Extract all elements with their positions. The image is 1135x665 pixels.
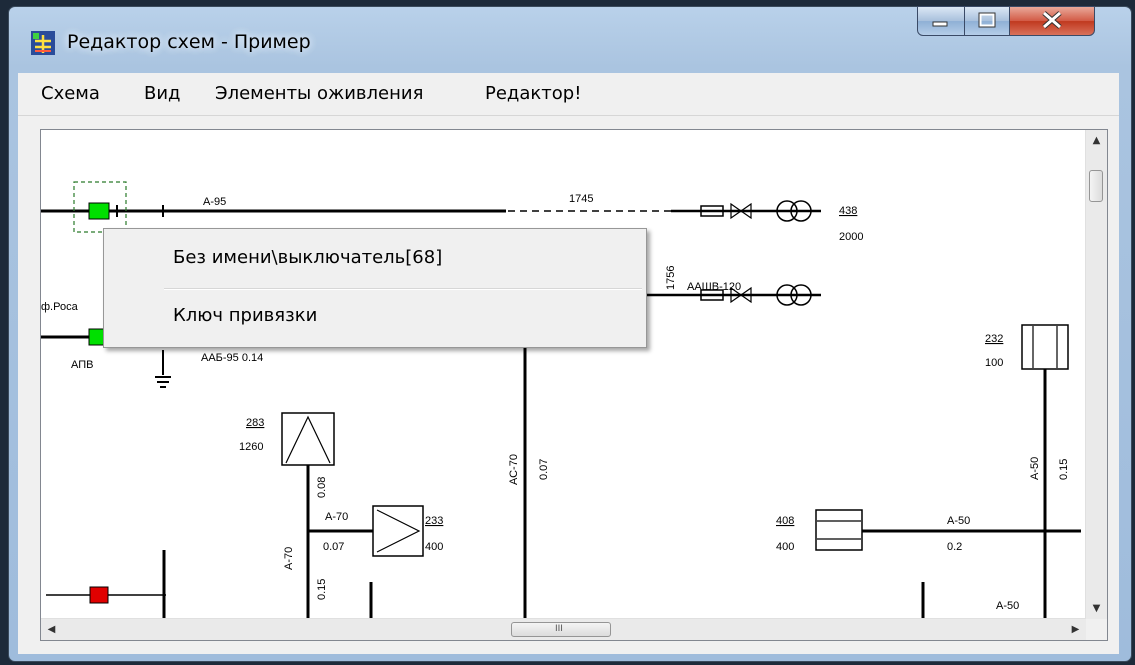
menu-animation-elements[interactable]: Элементы оживления [215,83,423,104]
app-window: Редактор схем - Пример Схема Вид Элемент… [8,6,1132,662]
label-apv: АПВ [71,359,93,371]
scroll-right-arrow-icon[interactable]: ▶ [1065,619,1086,640]
label-a70-h: А-70 [325,511,348,523]
label-1756: 1756 [665,266,677,290]
schema-diagram[interactable]: А-95 1745 438 2000 ААШВ-120 ф.Роса АПВ А… [41,130,1086,619]
label-232: 232 [985,333,1003,345]
horizontal-scrollbar[interactable]: ◀ III ▶ [41,618,1086,640]
label-0-2: 0.2 [947,541,962,553]
scroll-up-arrow-icon[interactable]: ▲ [1086,130,1107,151]
menu-bar: Схема Вид Элементы оживления Редактор! [18,73,1119,116]
label-0-15-b: 0.15 [1058,459,1070,480]
minimize-button[interactable] [917,6,965,36]
menu-view[interactable]: Вид [144,83,181,104]
scroll-down-arrow-icon[interactable]: ▼ [1086,598,1107,619]
label-400-b: 400 [776,541,794,553]
label-233: 233 [425,515,443,527]
maximize-icon [978,12,996,28]
horizontal-scroll-thumb[interactable]: III [511,622,611,637]
context-item-switch-name-label: Без имени\выключатель[68] [173,247,443,268]
menu-schema[interactable]: Схема [41,83,100,104]
label-283: 283 [246,417,264,429]
close-icon [1042,11,1062,29]
red-switch[interactable] [89,586,109,604]
label-0-07-v: 0.07 [538,459,550,480]
close-button[interactable] [1009,6,1095,36]
context-item-switch-name[interactable]: Без имени\выключатель[68] [104,237,646,281]
scrollbar-corner [1086,619,1107,640]
app-icon [31,31,55,55]
maximize-button[interactable] [964,6,1010,36]
label-aashv120: ААШВ-120 [687,281,741,293]
vertical-scrollbar[interactable]: ▲ ▼ [1085,130,1107,619]
label-a50-bottom: А-50 [996,600,1019,612]
scroll-grip: III [555,624,563,634]
vertical-scroll-thumb[interactable] [1089,170,1103,202]
scroll-left-arrow-icon[interactable]: ◀ [41,619,62,640]
minimize-icon [932,21,948,27]
window-title: Редактор схем - Пример [67,31,311,53]
label-0-08: 0.08 [316,477,328,498]
label-1260: 1260 [239,441,263,453]
label-400-a: 400 [425,541,443,553]
label-a95: А-95 [203,196,226,208]
context-item-binding-key[interactable]: Ключ привязки [104,295,646,339]
selected-switch[interactable] [88,202,110,220]
label-aab95: ААБ-95 0.14 [201,352,263,364]
label-a50-h: А-50 [947,515,970,527]
context-menu-separator [164,288,642,290]
label-f-posa: ф.Роса [41,301,79,313]
client-area: А-95 1745 438 2000 ААШВ-120 ф.Роса АПВ А… [18,116,1119,654]
label-2000: 2000 [839,231,863,243]
label-0-15-a: 0.15 [316,579,328,600]
label-a70-v: А-70 [283,547,295,570]
schema-canvas[interactable]: А-95 1745 438 2000 ААШВ-120 ф.Роса АПВ А… [40,129,1108,641]
label-1745: 1745 [569,193,593,205]
menu-editor[interactable]: Редактор! [485,83,581,104]
context-item-binding-key-label: Ключ привязки [173,305,318,326]
label-a50-v: А-50 [1029,457,1041,480]
label-408: 408 [776,515,794,527]
label-438: 438 [839,205,857,217]
label-ac70: АС-70 [508,454,520,485]
label-100: 100 [985,357,1003,369]
label-0-07-h: 0.07 [323,541,344,553]
title-bar[interactable]: Редактор схем - Пример [9,6,1131,73]
context-menu: Без имени\выключатель[68] Ключ привязки [103,228,647,348]
